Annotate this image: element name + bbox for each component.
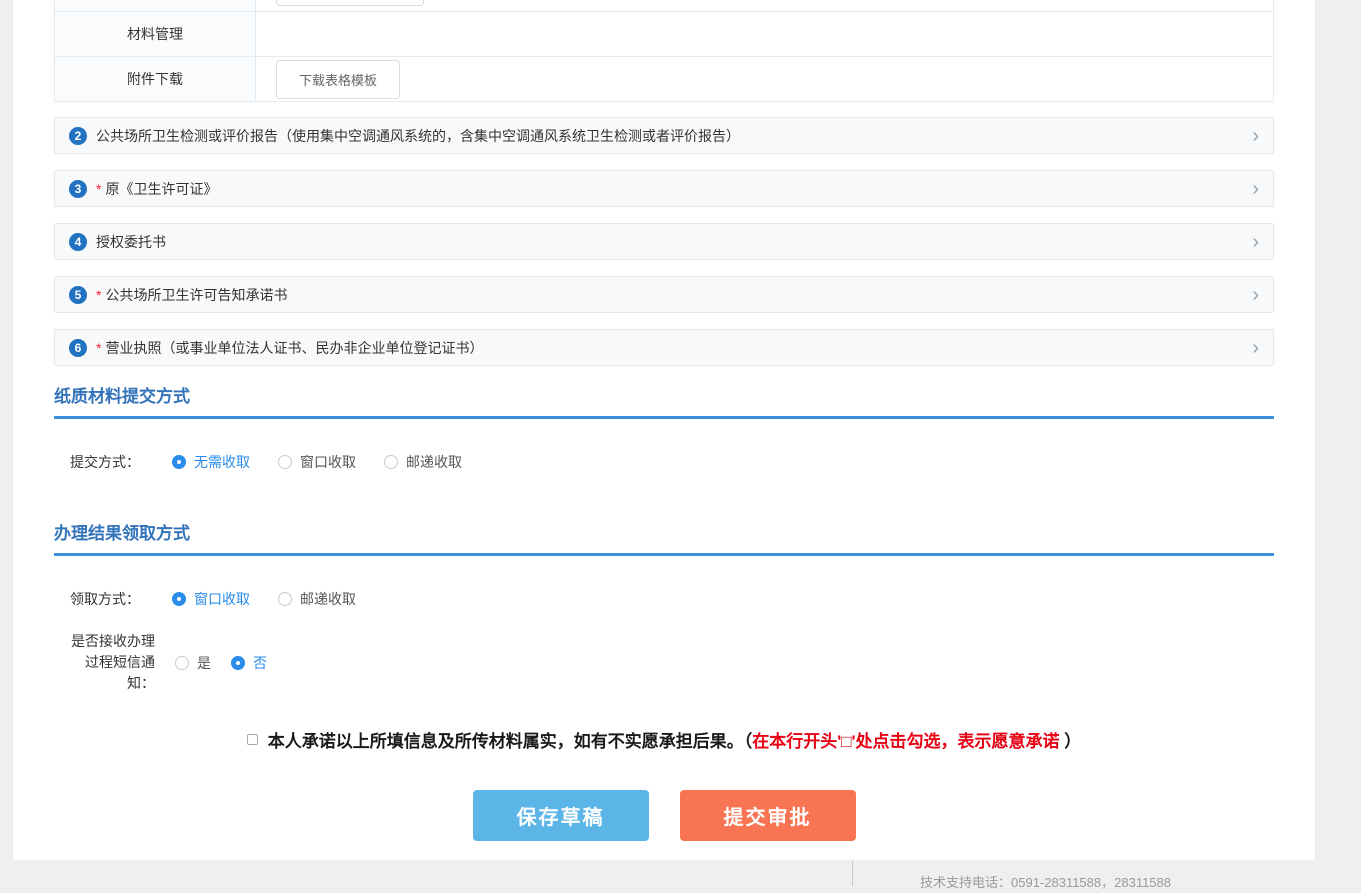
material-row[interactable]: 2 * 公共场所卫生检测或评价报告（使用集中空调通风系统的，含集中空调通风系统卫… — [54, 117, 1274, 154]
commitment-checkbox[interactable] — [247, 734, 258, 745]
paper-submit-options: 无需收取 窗口收取 邮递收取 — [172, 452, 490, 472]
attachment-table: 材料管理 附件下载 下载表格模板 — [54, 0, 1274, 102]
section-title-paper-submit: 纸质材料提交方式 — [54, 382, 1274, 419]
footer-support-phone: 技术支持电话：0591-28311588，28311588 — [920, 873, 1171, 893]
field-label: 提交方式： — [70, 452, 140, 472]
step-number-badge: 2 — [69, 127, 87, 145]
material-label: 公共场所卫生许可告知承诺书 — [105, 285, 287, 305]
download-template-button[interactable]: 下载表格模板 — [276, 60, 400, 99]
result-pickup-field: 领取方式： 窗口收取 邮递收取 — [54, 589, 1274, 609]
row-label: 材料管理 — [55, 12, 256, 56]
sms-notice-label: 是否接收办理 过程短信通 知： — [54, 631, 155, 694]
action-buttons: 保存草稿 提交审批 — [54, 790, 1274, 841]
radio-option[interactable]: 否 — [231, 653, 267, 673]
radio-label: 窗口收取 — [194, 589, 250, 609]
sms-notice-field: 是否接收办理 过程短信通 知： 是 否 — [54, 631, 1274, 694]
chevron-right-icon[interactable]: › — [1252, 285, 1259, 305]
material-row[interactable]: 5 * 公共场所卫生许可告知承诺书 › — [54, 276, 1274, 313]
sms-label-line: 是否接收办理 — [54, 631, 155, 652]
material-row[interactable]: 3 * 原《卫生许可证》 › — [54, 170, 1274, 207]
material-row[interactable]: 4 * 授权委托书 › — [54, 223, 1274, 260]
chevron-right-icon[interactable]: › — [1252, 232, 1259, 252]
radio-option[interactable]: 窗口收取 — [172, 589, 250, 609]
material-label: 授权委托书 — [96, 232, 166, 252]
radio-label: 邮递收取 — [300, 589, 356, 609]
commitment-text-suffix: ） — [1060, 732, 1082, 751]
radio-icon[interactable] — [278, 592, 292, 606]
radio-option[interactable]: 邮递收取 — [384, 452, 462, 472]
table-row: 材料管理 — [55, 11, 1273, 56]
radio-icon[interactable] — [278, 455, 292, 469]
radio-icon[interactable] — [172, 455, 186, 469]
table-row: 附件下载 下载表格模板 — [55, 56, 1273, 101]
radio-icon[interactable] — [172, 592, 186, 606]
commitment-row: 本人承诺以上所填信息及所传材料属实，如有不实愿承担后果。（在本行开头'□'处点击… — [54, 727, 1274, 752]
step-number-badge: 6 — [69, 339, 87, 357]
commitment-text-black: 本人承诺以上所填信息及所传材料属实，如有不实愿承担后果。（ — [268, 732, 753, 751]
chevron-right-icon[interactable]: › — [1252, 338, 1259, 358]
material-label: 公共场所卫生检测或评价报告（使用集中空调通风系统的，含集中空调通风系统卫生检测或… — [96, 126, 740, 146]
form-card: 材料管理 附件下载 下载表格模板 2 * 公共场所卫生检测或评价报告（使用集中空… — [13, 0, 1315, 860]
section-title-result-pickup: 办理结果领取方式 — [54, 519, 1274, 556]
step-number-badge: 4 — [69, 233, 87, 251]
submit-approval-button[interactable]: 提交审批 — [680, 790, 856, 841]
material-label: 原《卫生许可证》 — [105, 179, 217, 199]
radio-icon[interactable] — [384, 455, 398, 469]
sms-label-line: 过程短信通 — [54, 652, 155, 673]
commitment-text: 本人承诺以上所填信息及所传材料属实，如有不实愿承担后果。（在本行开头'□'处点击… — [268, 727, 1082, 752]
commitment-text-red: 在本行开头'□'处点击勾选，表示愿意承诺 — [752, 732, 1059, 751]
radio-option[interactable]: 无需收取 — [172, 452, 250, 472]
row-label: 附件下载 — [55, 57, 256, 101]
sms-options: 是 否 — [175, 653, 287, 673]
field-label: 领取方式： — [70, 589, 140, 609]
material-list: 2 * 公共场所卫生检测或评价报告（使用集中空调通风系统的，含集中空调通风系统卫… — [54, 117, 1274, 366]
material-label: 营业执照（或事业单位法人证书、民办非企业单位登记证书） — [105, 338, 483, 358]
table-row-cutoff — [55, 0, 1273, 11]
radio-option[interactable]: 邮递收取 — [278, 589, 356, 609]
result-pickup-options: 窗口收取 邮递收取 — [172, 589, 384, 609]
footer-divider — [852, 861, 853, 886]
radio-label: 否 — [253, 653, 267, 673]
required-asterisk: * — [96, 340, 101, 356]
radio-label: 是 — [197, 653, 211, 673]
radio-label: 窗口收取 — [300, 452, 356, 472]
paper-submit-field: 提交方式： 无需收取 窗口收取 邮递收取 — [54, 452, 1274, 472]
material-row[interactable]: 6 * 营业执照（或事业单位法人证书、民办非企业单位登记证书） › — [54, 329, 1274, 366]
step-number-badge: 3 — [69, 180, 87, 198]
sms-label-line: 知： — [54, 673, 155, 694]
save-draft-button[interactable]: 保存草稿 — [473, 790, 649, 841]
row-value: 下载表格模板 — [256, 60, 1273, 99]
required-asterisk: * — [96, 287, 101, 303]
radio-option[interactable]: 窗口收取 — [278, 452, 356, 472]
cutoff-input[interactable] — [276, 0, 424, 6]
radio-icon[interactable] — [175, 656, 189, 670]
radio-option[interactable]: 是 — [175, 653, 211, 673]
radio-label: 无需收取 — [194, 452, 250, 472]
chevron-right-icon[interactable]: › — [1252, 179, 1259, 199]
table-label-cell — [55, 0, 256, 11]
chevron-right-icon[interactable]: › — [1252, 126, 1259, 146]
step-number-badge: 5 — [69, 286, 87, 304]
radio-label: 邮递收取 — [406, 452, 462, 472]
radio-icon[interactable] — [231, 656, 245, 670]
required-asterisk: * — [96, 181, 101, 197]
